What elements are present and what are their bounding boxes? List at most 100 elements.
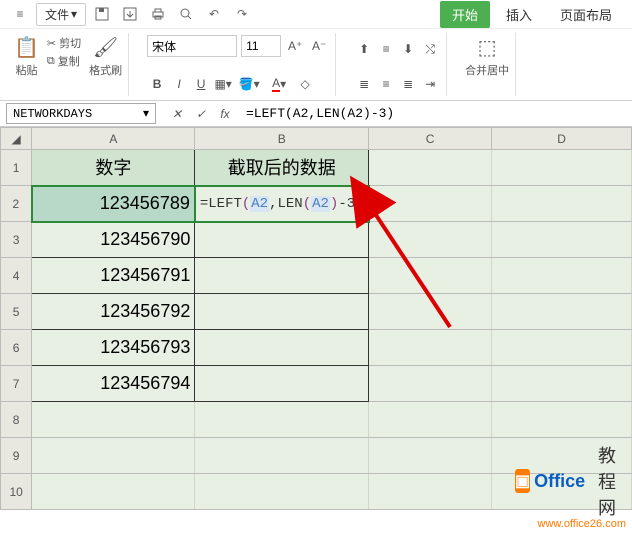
watermark: ▣ Office教程网 www.office26.com — [538, 518, 626, 530]
decrease-font-icon[interactable]: A⁻ — [309, 36, 329, 56]
row-header[interactable]: 10 — [1, 474, 32, 510]
align-bottom-icon[interactable]: ⬇ — [398, 39, 418, 59]
font-name-select[interactable] — [147, 35, 237, 57]
row-header[interactable]: 5 — [1, 294, 32, 330]
align-top-icon[interactable]: ⬆ — [354, 39, 374, 59]
copy-label: 复制 — [58, 53, 80, 69]
col-header-b[interactable]: B — [195, 128, 369, 150]
col-header-c[interactable]: C — [369, 128, 492, 150]
print-icon[interactable] — [146, 2, 170, 26]
cell-b1[interactable]: 截取后的数据 — [195, 150, 369, 186]
merge-center-button[interactable]: ⬚ 合并居中 — [465, 35, 509, 78]
cell-d1[interactable] — [492, 150, 632, 186]
bold-button[interactable]: B — [147, 74, 167, 94]
row-header[interactable]: 6 — [1, 330, 32, 366]
accept-formula-icon[interactable]: ✓ — [190, 103, 212, 125]
row-header[interactable]: 8 — [1, 402, 32, 438]
cut-button[interactable]: ✂ 剪切 — [47, 35, 81, 51]
cell-a6[interactable]: 123456793 — [32, 330, 195, 366]
indent-icon[interactable]: ⇥ — [420, 74, 440, 94]
cell-d3[interactable] — [492, 222, 632, 258]
cell-c5[interactable] — [369, 294, 492, 330]
cell-c8[interactable] — [369, 402, 492, 438]
cell-a3[interactable]: 123456790 — [32, 222, 195, 258]
cell-b7[interactable] — [195, 366, 369, 402]
cell-b3[interactable] — [195, 222, 369, 258]
tab-start[interactable]: 开始 — [440, 1, 490, 28]
name-box-value: NETWORKDAYS — [13, 107, 92, 121]
fx-icon[interactable]: fx — [214, 103, 236, 125]
cell-a10[interactable] — [32, 474, 195, 510]
cell-c10[interactable] — [369, 474, 492, 510]
col-header-a[interactable]: A — [32, 128, 195, 150]
font-color-button[interactable]: A▾ — [265, 74, 293, 94]
format-painter-button[interactable]: 🖌 格式刷 — [89, 35, 122, 78]
cell-a2[interactable]: 123456789 — [32, 186, 195, 222]
formula-input[interactable] — [240, 104, 632, 123]
col-header-d[interactable]: D — [492, 128, 632, 150]
name-box[interactable]: NETWORKDAYS ▾ — [6, 103, 156, 124]
formula-ref1: A2 — [250, 196, 269, 212]
cell-c1[interactable] — [369, 150, 492, 186]
row-header[interactable]: 1 — [1, 150, 32, 186]
cell-c9[interactable] — [369, 438, 492, 474]
cell-c6[interactable] — [369, 330, 492, 366]
align-left-icon[interactable]: ≣ — [354, 74, 374, 94]
font-size-select[interactable] — [241, 35, 281, 57]
copy-button[interactable]: ⧉ 复制 — [47, 53, 81, 69]
cell-b9[interactable] — [195, 438, 369, 474]
cell-b8[interactable] — [195, 402, 369, 438]
cell-d4[interactable] — [492, 258, 632, 294]
row-header[interactable]: 7 — [1, 366, 32, 402]
cell-a5[interactable]: 123456792 — [32, 294, 195, 330]
cell-d6[interactable] — [492, 330, 632, 366]
scissors-icon: ✂ — [47, 37, 56, 50]
align-middle-icon[interactable]: ≡ — [376, 39, 396, 59]
row-header[interactable]: 2 — [1, 186, 32, 222]
select-all-corner[interactable]: ◢ — [1, 128, 32, 150]
menu-icon[interactable]: ≡ — [8, 2, 32, 26]
row-header[interactable]: 4 — [1, 258, 32, 294]
cell-a9[interactable] — [32, 438, 195, 474]
file-menu[interactable]: 文件 ▾ — [36, 3, 86, 26]
border-button[interactable]: ▦▾ — [213, 74, 233, 94]
tab-insert[interactable]: 插入 — [494, 1, 544, 28]
paste-button[interactable]: 📋 粘贴 — [14, 35, 39, 78]
cell-b4[interactable] — [195, 258, 369, 294]
cell-d2[interactable] — [492, 186, 632, 222]
fill-color-button[interactable]: 🪣▾ — [235, 74, 263, 94]
cell-b2[interactable]: =LEFT(A2,LEN(A2)-3) — [195, 186, 369, 222]
cell-b10[interactable] — [195, 474, 369, 510]
cell-a4[interactable]: 123456791 — [32, 258, 195, 294]
print-preview-icon[interactable] — [174, 2, 198, 26]
cell-d5[interactable] — [492, 294, 632, 330]
save-icon[interactable] — [90, 2, 114, 26]
increase-font-icon[interactable]: A⁺ — [285, 36, 305, 56]
tab-layout[interactable]: 页面布局 — [548, 1, 624, 28]
cell-b5[interactable] — [195, 294, 369, 330]
underline-button[interactable]: U — [191, 74, 211, 94]
cell-c7[interactable] — [369, 366, 492, 402]
undo-icon[interactable]: ↶ — [202, 2, 226, 26]
cell-a7[interactable]: 123456794 — [32, 366, 195, 402]
align-right-icon[interactable]: ≣ — [398, 74, 418, 94]
cell-b6[interactable] — [195, 330, 369, 366]
cell-a8[interactable] — [32, 402, 195, 438]
row-header[interactable]: 9 — [1, 438, 32, 474]
dropdown-icon: ▾ — [71, 7, 77, 21]
save-as-icon[interactable] — [118, 2, 142, 26]
cell-a1[interactable]: 数字 — [32, 150, 195, 186]
clear-format-button[interactable]: ◇ — [295, 74, 315, 94]
cell-d7[interactable] — [492, 366, 632, 402]
row-header[interactable]: 3 — [1, 222, 32, 258]
orientation-icon[interactable]: ⤭ — [420, 39, 440, 59]
redo-icon[interactable]: ↷ — [230, 2, 254, 26]
watermark-brand1: Office — [534, 471, 585, 492]
cell-c2[interactable] — [369, 186, 492, 222]
italic-button[interactable]: I — [169, 74, 189, 94]
cancel-formula-icon[interactable]: ✕ — [166, 103, 188, 125]
align-center-icon[interactable]: ≡ — [376, 74, 396, 94]
cell-d8[interactable] — [492, 402, 632, 438]
cell-c3[interactable] — [369, 222, 492, 258]
cell-c4[interactable] — [369, 258, 492, 294]
